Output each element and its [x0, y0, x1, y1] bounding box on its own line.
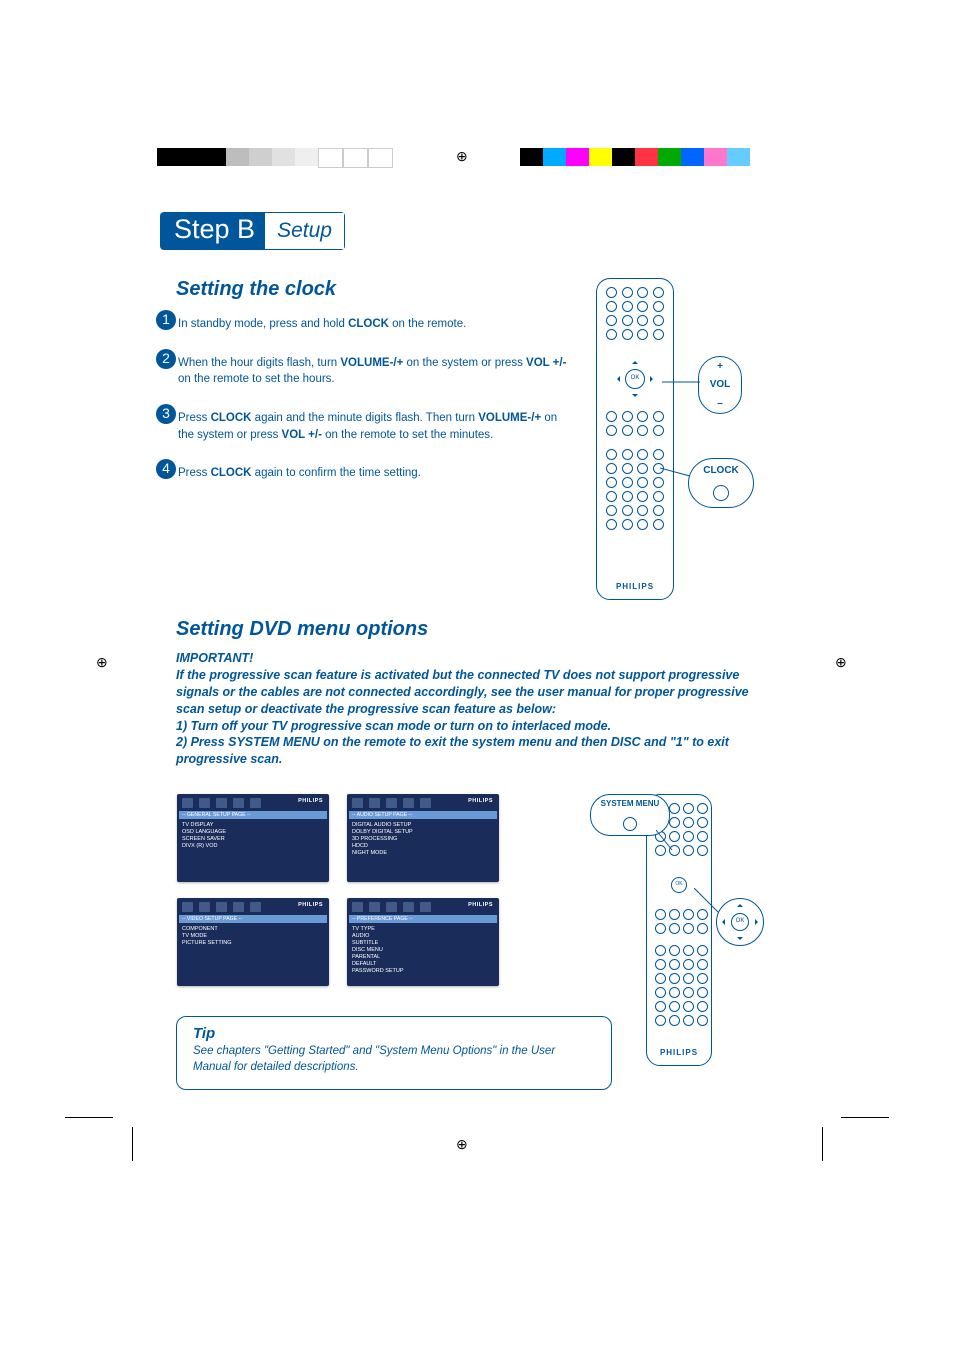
step-1: 1 In standby mode, press and hold CLOCK … [156, 310, 576, 339]
registration-icon: ⊕ [835, 654, 847, 671]
crop-mark-icon [841, 1117, 889, 1118]
step-1-text: In standby mode, press and hold CLOCK on… [178, 310, 576, 339]
tip-body: See chapters "Getting Started" and "Syst… [193, 1044, 595, 1075]
section-label: Setup [265, 212, 345, 250]
dpad-icon: OK [615, 359, 655, 399]
color-registration-strip-left [157, 148, 393, 166]
heading-setting-clock: Setting the clock [176, 278, 336, 301]
callout-leader-line-icon [662, 374, 702, 394]
registration-icon: ⊕ [96, 654, 108, 671]
registration-icon: ⊕ [456, 148, 468, 165]
important-note: IMPORTANT! If the progressive scan featu… [176, 650, 776, 768]
important-title: IMPORTANT! [176, 650, 776, 667]
important-line-2: 2) Press SYSTEM MENU on the remote to ex… [176, 734, 776, 768]
dpad-icon: OK [663, 869, 695, 901]
step-number-badge: 2 [156, 349, 176, 369]
vol-callout-bubble: + VOL – [698, 356, 742, 414]
step-label: Step B [160, 212, 265, 250]
osd-video-setup: PHILIPS -- VIDEO SETUP PAGE -- COMPONENT… [177, 898, 329, 986]
system-menu-label: SYSTEM MENU [591, 799, 669, 808]
dpad-callout-bubble: OK [716, 898, 764, 946]
callout-leader-line-icon [660, 462, 694, 482]
callout-leader-line-icon [656, 828, 674, 854]
osd-general-setup: PHILIPS -- GENERAL SETUP PAGE -- TV DISP… [177, 794, 329, 882]
step-3: 3 Press CLOCK again and the minute digit… [156, 404, 576, 449]
step-number-badge: 1 [156, 310, 176, 330]
vol-label: VOL [699, 379, 741, 390]
clock-button-icon [713, 485, 729, 501]
color-registration-strip-right [520, 148, 750, 166]
step-2: 2 When the hour digits flash, turn VOLUM… [156, 349, 576, 394]
remote-diagram-clock: OK PHILIPS + VOL – [596, 278, 756, 598]
remote-brand-label: PHILIPS [647, 1048, 711, 1057]
ok-button-icon: OK [625, 369, 645, 389]
registration-icon: ⊕ [456, 1136, 468, 1153]
remote-diagram-dvd: OK PHILIPS SYSTEM MENU OK [646, 794, 761, 1084]
remote-body: OK PHILIPS [596, 278, 674, 600]
ok-label: OK [731, 913, 749, 931]
osd-preference: PHILIPS -- PREFERENCE PAGE -- TV TYPE AU… [347, 898, 499, 986]
clock-callout-bubble: CLOCK [688, 458, 754, 508]
callout-leader-line-icon [694, 888, 720, 914]
system-menu-button-icon [623, 817, 637, 831]
important-body: If the progressive scan feature is activ… [176, 667, 776, 718]
osd-audio-setup: PHILIPS -- AUDIO SETUP PAGE -- DIGITAL A… [347, 794, 499, 882]
important-line-1: 1) Turn off your TV progressive scan mod… [176, 718, 776, 735]
crop-mark-icon [132, 1127, 133, 1161]
clock-steps-list: 1 In standby mode, press and hold CLOCK … [156, 310, 576, 498]
tip-title: Tip [193, 1025, 595, 1042]
step-4-text: Press CLOCK again to confirm the time se… [178, 459, 576, 488]
step-number-badge: 4 [156, 459, 176, 479]
step-3-text: Press CLOCK again and the minute digits … [178, 404, 576, 449]
step-2-text: When the hour digits flash, turn VOLUME-… [178, 349, 576, 394]
manual-page: ⊕ ⊕ ⊕ ⊕ Step B Setup Setting the clock 1… [0, 0, 954, 1351]
remote-brand-label: PHILIPS [597, 582, 673, 591]
step-4: 4 Press CLOCK again to confirm the time … [156, 459, 576, 488]
crop-mark-icon [65, 1117, 113, 1118]
tip-box: Tip See chapters "Getting Started" and "… [176, 1016, 612, 1090]
step-header: Step B Setup [160, 212, 345, 250]
ok-button-icon: OK [671, 877, 687, 893]
heading-dvd-options: Setting DVD menu options [176, 618, 428, 641]
clock-label: CLOCK [689, 465, 753, 476]
step-number-badge: 3 [156, 404, 176, 424]
osd-screens-grid: PHILIPS -- GENERAL SETUP PAGE -- TV DISP… [177, 794, 499, 986]
crop-mark-icon [822, 1127, 823, 1161]
